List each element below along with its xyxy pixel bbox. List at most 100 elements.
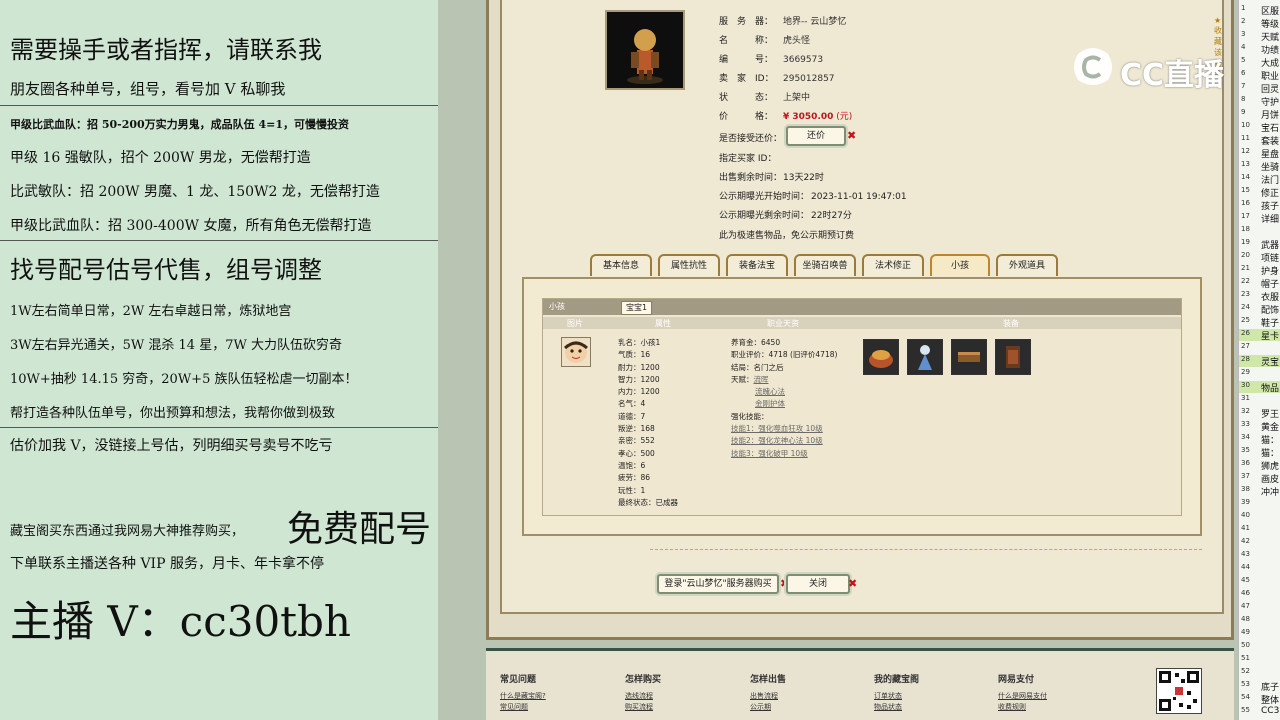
footer-link[interactable]: 物品状态 [874,702,919,713]
child-avatar [561,337,591,367]
equip-slot-doll[interactable] [907,339,943,375]
talent-link[interactable]: 流晖 [754,375,769,384]
divider [0,427,438,428]
row-text: 月饼 [1261,111,1280,121]
close-button[interactable]: 关闭 [786,574,850,594]
row-number: 8 [1241,95,1246,103]
row-number: 29 [1241,368,1250,376]
tab-basic[interactable]: 基本信息 [590,254,652,276]
sheet-row: 25 鞋子 [1239,316,1280,329]
row-number: 42 [1241,537,1250,545]
sheet-row: 23 衣服 [1239,290,1280,303]
row-number: 37 [1241,472,1250,480]
sheet-row: 9 月饼 [1239,108,1280,121]
sheet-row: 27 [1239,342,1280,354]
field-price: 价 格： ¥ 3050.00 (元) [719,112,853,122]
stream-logo: CC直播 [1070,44,1240,93]
row-text: 项链 [1261,254,1280,264]
footer-link[interactable]: 购买流程 [625,702,661,713]
sheet-row: 31 [1239,394,1280,406]
footer-link[interactable]: 什么是网易支付 [998,691,1047,702]
row-number: 2 [1241,17,1246,25]
footer-link[interactable]: 什么是藏宝阁? [500,691,546,702]
sheet-row: 53 底子 [1239,680,1280,693]
row-number: 32 [1241,407,1250,415]
row-number: 45 [1241,576,1250,584]
row-number: 39 [1241,498,1250,506]
footer-link[interactable]: 订单状态 [874,691,919,702]
logo-text: CC直播 [1120,58,1225,93]
footer-link[interactable]: 选线流程 [625,691,661,702]
footer-link[interactable]: 公示期 [750,702,786,713]
sheet-row: 49 [1239,628,1280,640]
skill-link[interactable]: 技能1：强化噬血狂攻 10级 [731,423,837,435]
row-number: 47 [1241,602,1250,610]
row-number: 14 [1241,173,1250,181]
tab-child[interactable]: 小孩 [930,254,990,276]
row-number: 49 [1241,628,1250,636]
promo-line: 藏宝阁买东西通过我网易大神推荐购买， [10,524,245,539]
field-id: 编 号： 3669573 [719,55,824,65]
equip-slot-bowl[interactable] [863,339,899,375]
field-seller: 卖 家 ID： 295012857 [719,74,835,84]
tab-spells[interactable]: 法术修正 [862,254,924,276]
sheet-row: 33 黄金 [1239,420,1280,433]
sheet-row: 40 [1239,511,1280,523]
tab-equipment[interactable]: 装备法宝 [726,254,788,276]
sheet-row: 5 大成 [1239,56,1280,69]
sheet-row: 47 [1239,602,1280,614]
row-number: 1 [1241,4,1246,12]
col-equipment: 装备 [1003,319,1019,328]
row-number: 9 [1241,108,1246,116]
skill-link[interactable]: 技能3：强化破甲 10级 [731,448,837,460]
row-number: 38 [1241,485,1250,493]
login-buy-button[interactable]: 登录"云山梦忆"服务器购买 [657,574,779,594]
sheet-row: 52 [1239,667,1280,679]
row-text: 区服 [1261,7,1280,17]
sheet-row: 55 CC3 [1239,706,1280,718]
sheet-row: 46 [1239,589,1280,601]
row-number: 41 [1241,524,1250,532]
sheet-row: 1 区服 [1239,4,1280,17]
equip-slot-book[interactable] [951,339,987,375]
row-number: 16 [1241,199,1250,207]
row-text: 星盘 [1261,150,1280,160]
equip-slot-scroll[interactable] [995,339,1031,375]
col-attributes: 属性 [655,319,671,328]
row-number: 31 [1241,394,1250,402]
tab-baby1[interactable]: 宝宝1 [621,301,653,315]
row-text: 等级 [1261,20,1280,30]
footer-link[interactable]: 收费规则 [998,702,1047,713]
col-aptitude: 职业天资 [767,319,799,328]
row-text: 物品 [1261,384,1280,394]
tab-attributes[interactable]: 属性抗性 [658,254,720,276]
sheet-row: 7 回灵 [1239,82,1280,95]
row-text: 孩子 [1261,202,1280,212]
row-number: 36 [1241,459,1250,467]
skill-link[interactable]: 技能2：强化龙神心法 10级 [731,435,837,447]
row-number: 30 [1241,381,1250,389]
row-number: 40 [1241,511,1250,519]
row-number: 53 [1241,680,1250,688]
tab-mounts[interactable]: 坐骑召唤兽 [794,254,856,276]
talent-link[interactable]: 金刚护体 [755,399,785,408]
row-number: 35 [1241,446,1250,454]
row-number: 46 [1241,589,1250,597]
column-header: 图片 属性 职业天资 装备 [543,317,1181,329]
sheet-row: 8 守护 [1239,95,1280,108]
tab-appearance[interactable]: 外观道具 [996,254,1058,276]
row-number: 20 [1241,251,1250,259]
sheet-row: 43 [1239,550,1280,562]
row-text: CC3 [1261,706,1280,716]
row-number: 3 [1241,30,1246,38]
footer-link[interactable]: 出售流程 [750,691,786,702]
footer-link[interactable]: 常见问题 [500,702,546,713]
sheet-row: 14 法门 [1239,173,1280,186]
talent-link[interactable]: 流魄心法 [755,387,785,396]
bargain-button[interactable]: 还价 [786,126,846,146]
row-text: 配饰 [1261,306,1280,316]
divider [0,240,438,241]
child-aptitude: 养育金：6450 职业评价：4718 (旧评价4718) 结局：名门之后 天赋：… [731,337,837,460]
promo-headline: 免费配号 [287,509,432,550]
row-number: 54 [1241,693,1250,701]
